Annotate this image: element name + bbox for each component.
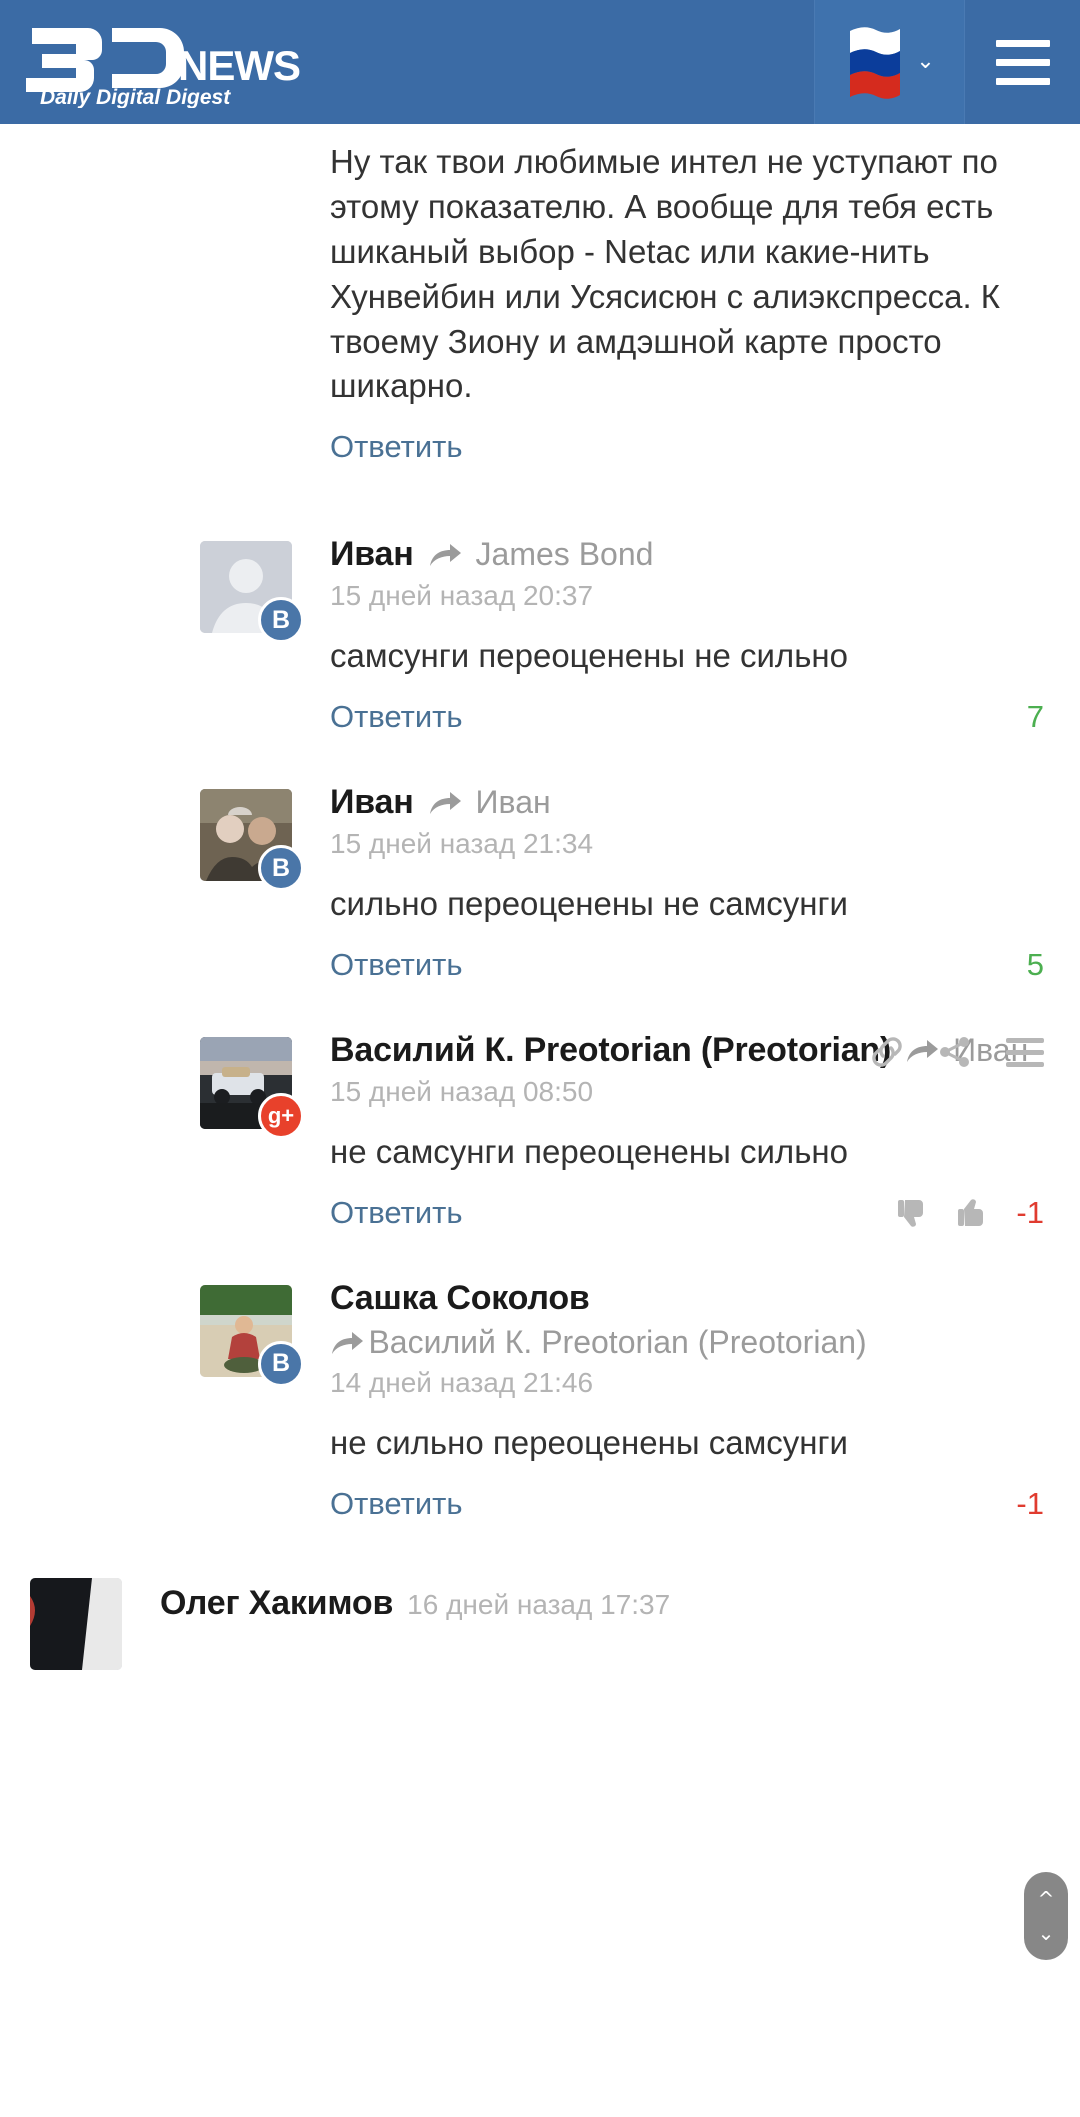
- vote-controls: -1: [896, 1195, 1044, 1231]
- comment-text: сильно переоценены не самсунги: [330, 885, 848, 923]
- comment-author[interactable]: Сашка Соколов: [330, 1279, 590, 1317]
- comment-author[interactable]: Иван: [330, 783, 414, 822]
- comments-list: Ну так твои любимые интел не уступают по…: [0, 124, 1080, 1960]
- comment-text: самсунги переоценены не сильно: [330, 637, 848, 675]
- avatar-photo-dark: [30, 1577, 122, 1670]
- vk-badge-icon: B: [258, 1340, 304, 1387]
- chevron-down-icon: ⌄: [916, 49, 935, 74]
- hamburger-menu-button[interactable]: [964, 0, 1080, 124]
- thumb-up-icon[interactable]: [956, 1196, 990, 1230]
- reply-arrow-icon: [330, 1331, 364, 1357]
- comment-timestamp: 16 дней назад 17:37: [407, 1588, 671, 1620]
- link-icon[interactable]: [870, 1035, 904, 1069]
- comment-author[interactable]: Олег Хакимов: [160, 1584, 393, 1623]
- avatar-block[interactable]: B: [200, 1284, 304, 1387]
- vk-badge-icon: B: [258, 845, 304, 892]
- chevron-up-icon[interactable]: ^: [1038, 1889, 1055, 1909]
- thumb-down-icon[interactable]: [896, 1196, 930, 1230]
- comment-lead: Ну так твои любимые интел не уступают по…: [0, 130, 1080, 465]
- comment-author[interactable]: Василий К. Preotorian (Preotorian): [330, 1031, 891, 1070]
- comment-item: B Иван James Bond 15 дней назад 20:37 са…: [0, 525, 1080, 735]
- comment-timestamp: 14 дней назад 21:46: [330, 1366, 594, 1398]
- logo-3dnews-icon: NEWS Daily Digital Digest: [26, 16, 316, 108]
- avatar-block[interactable]: B: [200, 541, 304, 644]
- avatar-block[interactable]: [30, 1577, 122, 1670]
- more-menu-icon[interactable]: [1006, 1037, 1044, 1067]
- avatar-block[interactable]: B: [200, 789, 304, 892]
- reply-arrow-icon: [905, 1039, 939, 1065]
- site-logo[interactable]: NEWS Daily Digital Digest: [0, 0, 814, 124]
- score-value: 5: [1026, 947, 1044, 982]
- comment-item: B Сашка Соколов Василий К. Preotorian (P…: [0, 1269, 1080, 1522]
- comment-item: B Иван Иван 15 дней назад 21:34 сильно п…: [0, 773, 1080, 983]
- comment-text: не сильно переоценены самсунги: [330, 1423, 848, 1461]
- language-selector[interactable]: ⌄: [814, 0, 964, 124]
- reply-link[interactable]: Ответить: [330, 947, 463, 983]
- avatar-block[interactable]: g+: [200, 1037, 304, 1139]
- comment-timestamp: 15 дней назад 08:50: [330, 1076, 594, 1107]
- reply-link[interactable]: Ответить: [330, 699, 463, 735]
- scroll-nav-widget[interactable]: ^ ⌄: [1024, 1872, 1068, 1960]
- reply-link[interactable]: Ответить: [330, 1195, 463, 1231]
- score-value: -1: [1016, 1485, 1044, 1521]
- comment-author[interactable]: Иван: [330, 535, 414, 574]
- comment-action-icons: [870, 1035, 1044, 1069]
- comment-reply-to[interactable]: Василий К. Preotorian (Preotorian): [368, 1324, 866, 1360]
- svg-text:NEWS: NEWS: [178, 42, 300, 89]
- google-plus-badge-icon: g+: [258, 1093, 304, 1139]
- reply-arrow-icon: [428, 543, 462, 569]
- score-value: 7: [1026, 699, 1044, 735]
- comment-reply-to[interactable]: Иван: [476, 784, 551, 821]
- share-icon[interactable]: [938, 1035, 972, 1069]
- reply-arrow-icon: [428, 791, 462, 817]
- chevron-down-icon[interactable]: ⌄: [1038, 1923, 1055, 1943]
- site-header: NEWS Daily Digital Digest ⌄: [0, 0, 1080, 124]
- hamburger-menu-icon: [995, 39, 1050, 47]
- comment-text: Ну так твои любимые интел не уступают по…: [330, 143, 1001, 405]
- russia-flag-icon: [844, 23, 906, 101]
- comment-reply-to[interactable]: James Bond: [476, 536, 654, 573]
- avatar[interactable]: [30, 1577, 122, 1670]
- reply-link[interactable]: Ответить: [330, 429, 463, 465]
- reply-link[interactable]: Ответить: [330, 1486, 463, 1522]
- vk-badge-icon: B: [258, 597, 304, 644]
- comment-text: не самсунги переоценены сильно: [330, 1133, 848, 1170]
- comment-item: Олег Хакимов 16 дней назад 17:37: [0, 1574, 1080, 1670]
- score-value: -1: [1016, 1194, 1044, 1230]
- comment-timestamp: 15 дней назад 21:34: [330, 828, 594, 860]
- svg-text:Daily Digital Digest: Daily Digital Digest: [40, 86, 231, 108]
- comment-item: g+ Василий К. Preotorian (Preotorian) Ив…: [0, 1021, 1080, 1231]
- comment-timestamp: 15 дней назад 20:37: [330, 580, 594, 612]
